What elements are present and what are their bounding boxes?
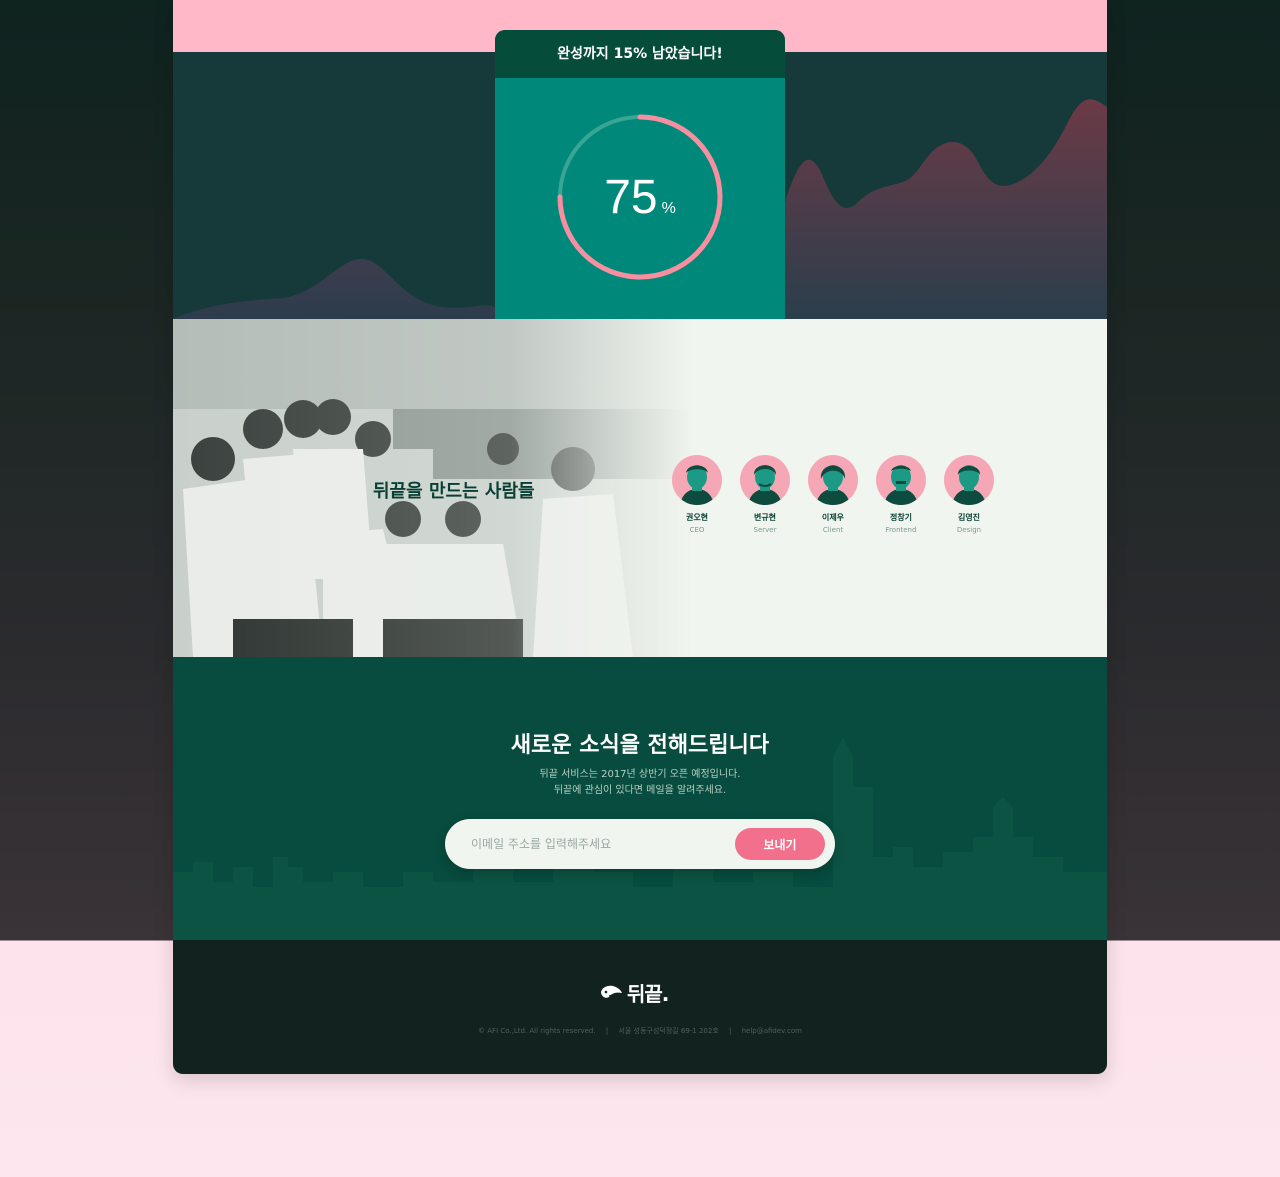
subscribe-form: 보내기: [445, 819, 835, 869]
newsletter-title: 새로운 소식을 전해드립니다: [510, 733, 770, 758]
person-icon: [884, 465, 918, 505]
person-icon: [680, 465, 714, 505]
landing-card: 완성까지 15% 남았습니다! 75% 뒤끝을 만드는 사람들 권오현 CEO …: [173, 0, 1107, 1074]
member-name: 변규현: [753, 513, 777, 522]
progress-value: 75%: [495, 170, 785, 225]
newsletter-desc-line-1: 뒤끝 서비스는 2017년 상반기 오픈 예정입니다.: [539, 769, 741, 780]
member-card: 권오현 CEO: [663, 455, 731, 534]
progress-panel: 완성까지 15% 남았습니다! 75%: [495, 30, 785, 319]
member-avatar: [808, 455, 858, 505]
member-card: 변규현 Server: [731, 455, 799, 534]
copyright-text: © AFI Co.,Ltd. All rights reserved.: [478, 1027, 596, 1035]
bird-logo-icon: [601, 985, 622, 998]
person-icon: [816, 465, 850, 505]
member-role: Client: [822, 526, 844, 534]
newsletter-desc-line-2: 뒤끝에 관심이 있다면 메일을 알려주세요.: [553, 785, 727, 796]
hero-section: 완성까지 15% 남았습니다! 75%: [173, 0, 1107, 319]
person-icon: [748, 465, 782, 505]
member-card: 이제우 Client: [799, 455, 867, 534]
member-name: 권오현: [685, 513, 709, 522]
person-icon: [952, 465, 986, 505]
member-avatar: [740, 455, 790, 505]
member-name: 이제우: [821, 513, 845, 522]
member-role: CEO: [689, 526, 705, 534]
footer-divider: |: [605, 1027, 609, 1035]
address-text: 서울 성동구성덕정길 69-1 202호: [618, 1027, 719, 1035]
team-section: 뒤끝을 만드는 사람들 권오현 CEO 변규현 Server 이제우 Clien…: [173, 319, 1107, 657]
member-card: 정창기 Frontend: [867, 455, 935, 534]
email-input[interactable]: [471, 832, 721, 856]
member-name: 김영진: [957, 513, 981, 522]
progress-number: 75: [604, 171, 658, 224]
brand-logo[interactable]: 뒤끝.: [599, 978, 669, 1007]
contact-email-link[interactable]: help@afidev.com: [742, 1027, 802, 1035]
footer-info: © AFI Co.,Ltd. All rights reserved. | 서울…: [173, 1026, 1107, 1036]
member-card: 김영진 Design: [935, 455, 1003, 534]
send-button[interactable]: 보내기: [735, 828, 825, 860]
member-role: Server: [753, 526, 777, 534]
member-list: 권오현 CEO 변규현 Server 이제우 Client 정창기 Fronte…: [663, 455, 1003, 534]
member-role: Design: [956, 526, 982, 534]
newsletter-description: 뒤끝 서비스는 2017년 상반기 오픈 예정입니다. 뒤끝에 관심이 있다면 …: [173, 767, 1107, 799]
member-avatar: [672, 455, 722, 505]
member-name: 정창기: [889, 513, 913, 522]
logo-text: 뒤끝.: [627, 982, 669, 1006]
newsletter-section: 새로운 소식을 전해드립니다 뒤끝 서비스는 2017년 상반기 오픈 예정입니…: [173, 657, 1107, 940]
right-wave: [785, 99, 1107, 319]
footer: 뒤끝. © AFI Co.,Ltd. All rights reserved. …: [173, 940, 1107, 1074]
progress-unit: %: [661, 200, 676, 217]
progress-header: 완성까지 15% 남았습니다!: [495, 30, 785, 78]
member-avatar: [876, 455, 926, 505]
member-avatar: [944, 455, 994, 505]
member-role: Frontend: [885, 526, 917, 534]
left-wave: [173, 258, 495, 319]
footer-divider: |: [729, 1027, 732, 1035]
team-title: 뒤끝을 만드는 사람들: [373, 481, 535, 502]
